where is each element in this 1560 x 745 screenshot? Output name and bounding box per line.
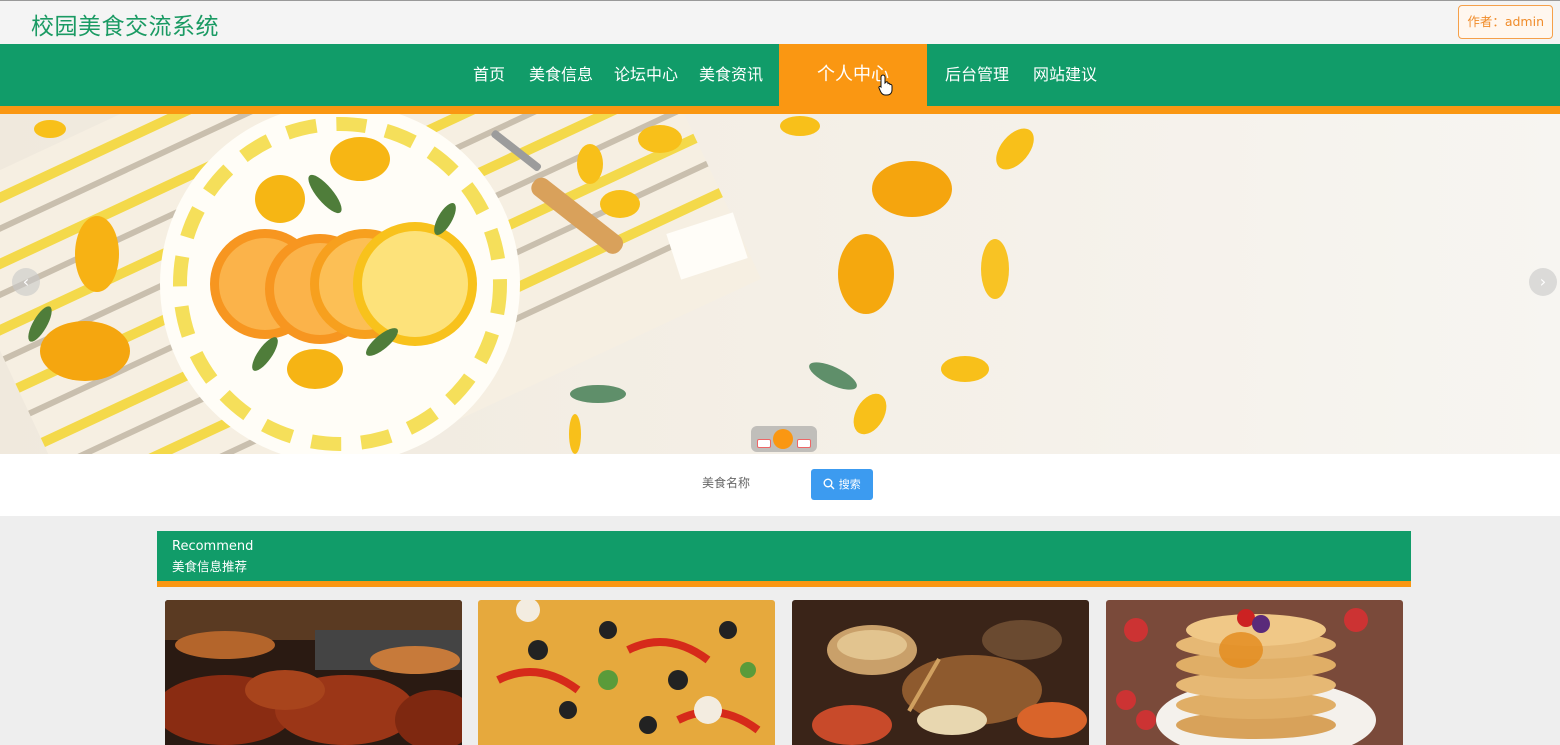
food-name-label: 美食名称 bbox=[702, 476, 751, 490]
nav-item-admin[interactable]: 后台管理 bbox=[945, 44, 1009, 106]
pizza-image bbox=[478, 600, 775, 745]
carousel-dot[interactable] bbox=[797, 439, 811, 448]
food-card-feast[interactable] bbox=[792, 600, 1089, 745]
carousel-dot[interactable] bbox=[757, 439, 771, 448]
author-badge[interactable]: 作者：admin bbox=[1458, 5, 1553, 39]
site-title[interactable]: 校园美食交流系统 bbox=[31, 7, 219, 41]
nav-item-home[interactable]: 首页 bbox=[473, 44, 505, 106]
recommend-title-en: Recommend bbox=[172, 539, 254, 554]
nav-item-personal-center[interactable]: 个人中心 bbox=[779, 44, 927, 106]
nav-item-forum[interactable]: 论坛中心 bbox=[614, 44, 678, 106]
banner-image bbox=[0, 114, 1034, 454]
carousel-indicators bbox=[751, 426, 817, 452]
carousel-prev-icon[interactable]: ‹ bbox=[12, 268, 40, 296]
grilled-meat-image bbox=[165, 600, 462, 745]
hand-cursor-icon bbox=[878, 74, 893, 96]
nav-item-food-info[interactable]: 美食信息 bbox=[529, 44, 593, 106]
food-card-grilled-meat[interactable] bbox=[165, 600, 462, 745]
search-icon bbox=[823, 478, 835, 490]
main-nav: 首页 美食信息 论坛中心 美食资讯 个人中心 后台管理 网站建议 bbox=[0, 44, 1560, 106]
search-bar: 美食名称 搜索 bbox=[0, 454, 1560, 516]
food-card-pizza[interactable] bbox=[478, 600, 775, 745]
recommend-accent-bar bbox=[157, 581, 1411, 587]
nav-item-food-news[interactable]: 美食资讯 bbox=[699, 44, 763, 106]
food-card-pancakes[interactable] bbox=[1106, 600, 1403, 745]
search-button-label: 搜索 bbox=[838, 478, 861, 491]
nav-item-suggestions[interactable]: 网站建议 bbox=[1033, 44, 1097, 106]
carousel-next-icon[interactable]: › bbox=[1529, 268, 1557, 296]
top-bar: 校园美食交流系统 作者：admin bbox=[0, 0, 1560, 44]
carousel-dot-active[interactable] bbox=[773, 429, 793, 449]
pancakes-image bbox=[1106, 600, 1403, 745]
search-button[interactable]: 搜索 bbox=[811, 469, 873, 500]
recommend-header: Recommend 美食信息推荐 bbox=[157, 531, 1411, 581]
feast-image bbox=[792, 600, 1089, 745]
recommend-title-cn: 美食信息推荐 bbox=[172, 559, 248, 574]
hero-carousel[interactable]: ‹ › bbox=[0, 114, 1560, 454]
nav-accent-bar bbox=[0, 106, 1560, 114]
